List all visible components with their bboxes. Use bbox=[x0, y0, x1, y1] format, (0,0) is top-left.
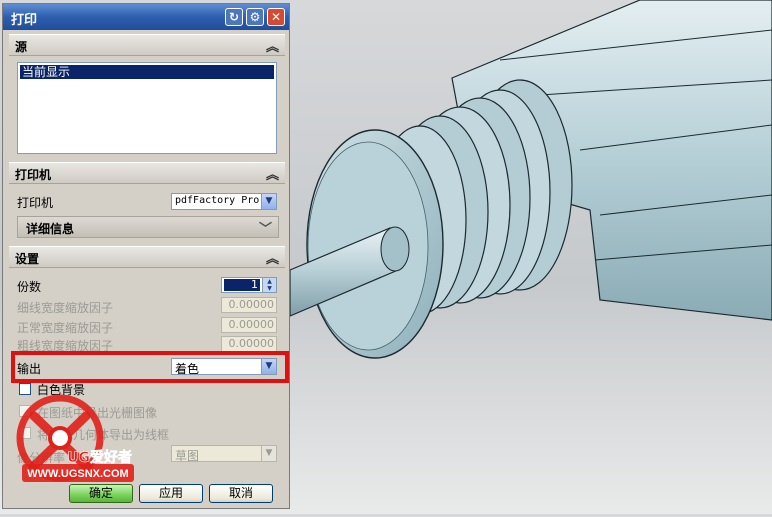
raster-checkbox[interactable] bbox=[19, 405, 31, 417]
ok-button[interactable]: 确定 bbox=[69, 484, 133, 503]
close-icon[interactable]: ✕ bbox=[267, 8, 285, 26]
printer-label: 打印机 bbox=[17, 196, 54, 210]
pixel-select[interactable]: 草图 ▼ bbox=[171, 445, 277, 463]
collapse-icon[interactable]: ︽ bbox=[266, 164, 279, 183]
dialog-title: 打印 bbox=[11, 13, 38, 28]
settings-section-header[interactable]: 设置 ︽ bbox=[9, 246, 285, 268]
gear-icon[interactable]: ⚙ bbox=[246, 8, 264, 26]
collapse-icon[interactable]: ︽ bbox=[266, 248, 279, 267]
copies-stepper[interactable]: 1 ▲ ▼ bbox=[221, 277, 277, 293]
print-dialog: 打印 ↻ ⚙ ✕ 源 ︽ 当前显示 打印机 ︽ 打印机 pdfFactory P… bbox=[2, 3, 290, 509]
wireframe-label: 将着色几何体导出为线框 bbox=[37, 428, 170, 442]
settings-section-title: 设置 bbox=[15, 252, 40, 266]
source-section-title: 源 bbox=[15, 40, 28, 54]
expand-icon[interactable]: ﹀ bbox=[259, 218, 272, 237]
raster-label: 在图纸中导出光栅图像 bbox=[37, 406, 158, 420]
details-subsection-header[interactable]: 详细信息 ﹀ bbox=[17, 216, 279, 238]
collapse-icon[interactable]: ︽ bbox=[266, 36, 279, 55]
printer-section-title: 打印机 bbox=[15, 168, 52, 182]
chevron-down-icon[interactable]: ▼ bbox=[261, 194, 276, 209]
chevron-down-icon[interactable]: ▼ bbox=[261, 446, 276, 461]
thin-width-field[interactable]: 0.00000 bbox=[221, 297, 277, 313]
thick-width-label: 粗线宽度缩放因子 bbox=[17, 339, 114, 353]
bw-background-checkbox[interactable] bbox=[19, 383, 31, 395]
printer-section-header[interactable]: 打印机 ︽ bbox=[9, 162, 285, 184]
thick-width-field[interactable]: 0.00000 bbox=[221, 336, 277, 352]
printer-select-value: pdfFactory Pro bbox=[175, 195, 260, 206]
dialog-titlebar[interactable]: 打印 ↻ ⚙ ✕ bbox=[3, 4, 289, 30]
bw-background-label: 白色背景 bbox=[37, 383, 86, 397]
output-select-value: 着色 bbox=[175, 362, 200, 376]
wireframe-checkbox[interactable] bbox=[19, 427, 31, 439]
printer-select[interactable]: pdfFactory Pro ▼ bbox=[171, 193, 277, 210]
source-listbox[interactable]: 当前显示 bbox=[17, 62, 277, 154]
spin-down-icon[interactable]: ▼ bbox=[262, 285, 276, 292]
source-section-header[interactable]: 源 ︽ bbox=[9, 34, 285, 56]
output-select[interactable]: 着色 ▼ bbox=[171, 358, 277, 376]
chevron-down-icon[interactable]: ▼ bbox=[261, 359, 276, 374]
copies-label: 份数 bbox=[17, 280, 42, 294]
copies-value[interactable]: 1 bbox=[224, 279, 260, 291]
cancel-button[interactable]: 取消 bbox=[209, 484, 273, 503]
spin-up-icon[interactable]: ▲ bbox=[262, 278, 276, 285]
apply-button[interactable]: 应用 bbox=[139, 484, 203, 503]
reset-icon[interactable]: ↻ bbox=[225, 8, 243, 26]
thin-width-label: 细线宽度缩放因子 bbox=[17, 301, 114, 315]
list-item[interactable]: 当前显示 bbox=[20, 65, 274, 79]
details-label: 详细信息 bbox=[26, 222, 75, 236]
pixel-select-value: 草图 bbox=[175, 449, 200, 463]
normal-width-label: 正常宽度缩放因子 bbox=[17, 321, 114, 335]
output-label: 输出 bbox=[17, 362, 42, 376]
pixel-label: 像分辨率 bbox=[17, 451, 66, 465]
normal-width-field[interactable]: 0.00000 bbox=[221, 317, 277, 333]
